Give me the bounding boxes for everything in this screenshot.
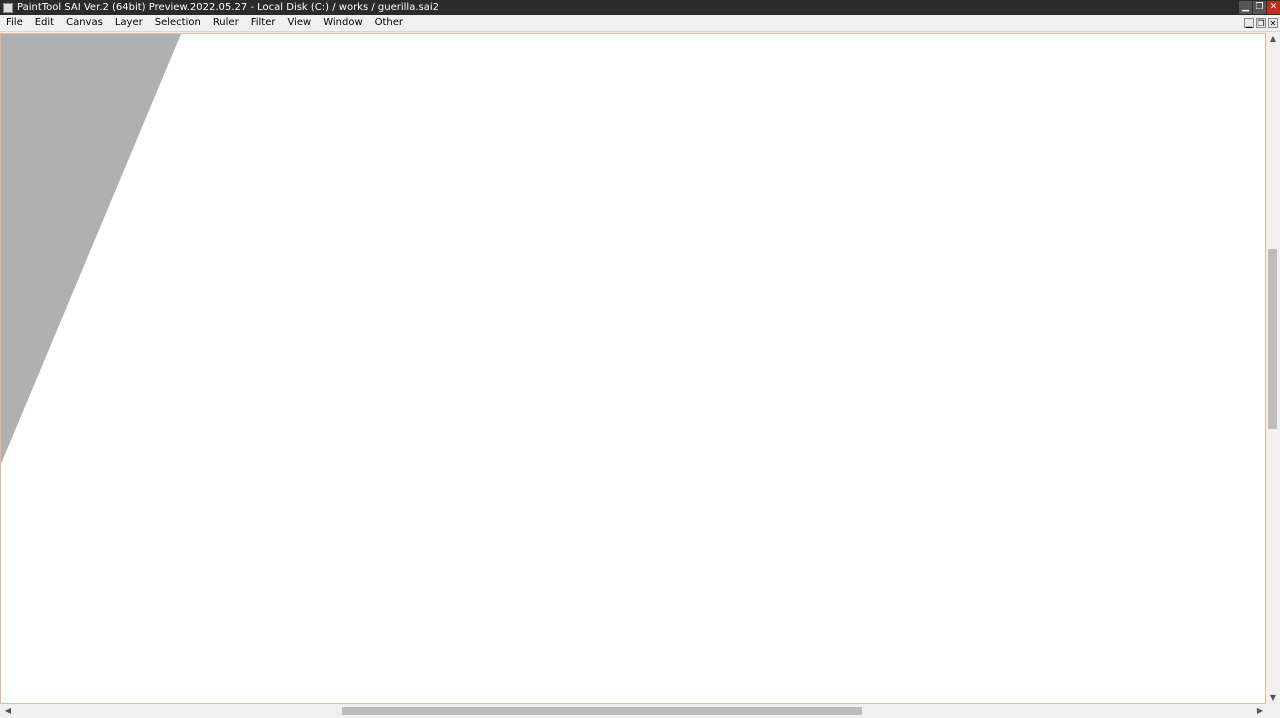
scroll-left-arrow[interactable]: ◀ <box>2 705 14 717</box>
scroll-right-arrow[interactable]: ▶ <box>1254 705 1266 717</box>
document-minimize-button[interactable]: ▁ <box>1244 18 1254 28</box>
drawing-surface[interactable] <box>181 34 1265 703</box>
window-controls: ▁ ❐ ✕ <box>1238 0 1280 15</box>
scroll-up-arrow[interactable]: ▲ <box>1266 33 1280 45</box>
menu-ruler[interactable]: Ruler <box>207 15 245 31</box>
canvas-artwork[interactable] <box>1 34 1265 703</box>
app-icon <box>3 2 13 13</box>
offcanvas-area <box>1 34 181 464</box>
menu-bar: File Edit Canvas Layer Selection Ruler F… <box>0 15 1280 32</box>
canvas-view[interactable] <box>0 33 1266 704</box>
menu-file[interactable]: File <box>0 15 29 31</box>
menu-filter[interactable]: Filter <box>245 15 282 31</box>
menu-other[interactable]: Other <box>369 15 409 31</box>
document-window-controls: ▁ ❐ ✕ <box>1242 15 1278 31</box>
maximize-button[interactable]: ❐ <box>1253 1 1266 14</box>
menu-layer[interactable]: Layer <box>109 15 149 31</box>
vertical-scroll-thumb[interactable] <box>1268 249 1277 429</box>
menu-edit[interactable]: Edit <box>29 15 60 31</box>
minimize-button[interactable]: ▁ <box>1239 1 1252 14</box>
menu-view[interactable]: View <box>281 15 317 31</box>
menu-window[interactable]: Window <box>317 15 368 31</box>
horizontal-scrollbar[interactable]: ◀ ▶ <box>0 704 1280 718</box>
menu-selection[interactable]: Selection <box>149 15 207 31</box>
scroll-down-arrow[interactable]: ▼ <box>1266 692 1280 704</box>
document-restore-button[interactable]: ❐ <box>1256 18 1266 28</box>
vertical-scrollbar[interactable]: ▲ ▼ <box>1266 33 1280 704</box>
horizontal-scroll-thumb[interactable] <box>342 707 862 715</box>
close-button[interactable]: ✕ <box>1267 1 1280 14</box>
menu-canvas[interactable]: Canvas <box>60 15 109 31</box>
title-bar: PaintTool SAI Ver.2 (64bit) Preview.2022… <box>0 0 1280 15</box>
document-close-button[interactable]: ✕ <box>1268 18 1278 28</box>
window-title: PaintTool SAI Ver.2 (64bit) Preview.2022… <box>17 2 439 13</box>
